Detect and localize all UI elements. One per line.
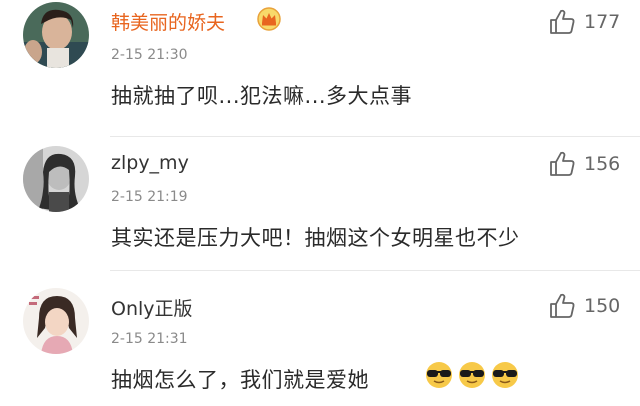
crown-icon xyxy=(256,7,282,31)
sunglasses-emoji-icon xyxy=(492,362,518,388)
emoji-group xyxy=(424,358,524,392)
comment-text: 其实还是压力大吧！抽烟这个女明星也不少 xyxy=(111,226,520,250)
comment-item: Only正版 2-15 21:31 抽烟怎么了，我们就是爱她 150 xyxy=(0,272,640,406)
username[interactable]: zlpy_my xyxy=(111,152,189,174)
avatar[interactable] xyxy=(23,288,89,354)
timestamp: 2-15 21:30 xyxy=(111,47,188,63)
sunglasses-emoji-icon xyxy=(459,362,485,388)
thumbs-up-icon xyxy=(550,151,575,176)
like-button[interactable]: 177 xyxy=(548,8,638,38)
like-count: 150 xyxy=(584,295,621,317)
timestamp: 2-15 21:19 xyxy=(111,189,188,205)
sunglasses-emoji-icon xyxy=(426,362,452,388)
username[interactable]: 韩美丽的娇夫 xyxy=(111,8,225,35)
timestamp: 2-15 21:31 xyxy=(111,331,188,347)
like-button[interactable]: 156 xyxy=(548,150,638,180)
avatar[interactable] xyxy=(23,146,89,212)
username[interactable]: Only正版 xyxy=(111,294,193,321)
comment-text: 抽烟怎么了，我们就是爱她 xyxy=(111,368,369,392)
comment-text: 抽就抽了呗...犯法嘛...多大点事 xyxy=(111,84,413,108)
thumbs-up-icon xyxy=(550,293,575,318)
like-count: 177 xyxy=(584,11,621,33)
thumbs-up-icon xyxy=(550,9,575,34)
divider xyxy=(110,270,640,271)
like-button[interactable]: 150 xyxy=(548,292,638,322)
like-count: 156 xyxy=(584,153,621,175)
avatar[interactable] xyxy=(23,2,89,68)
comment-item: 韩美丽的娇夫 2-15 21:30 抽就抽了呗...犯法嘛...多大点事 177 xyxy=(0,0,640,136)
comment-item: zlpy_my 2-15 21:19 其实还是压力大吧！抽烟这个女明星也不少 1… xyxy=(0,136,640,272)
